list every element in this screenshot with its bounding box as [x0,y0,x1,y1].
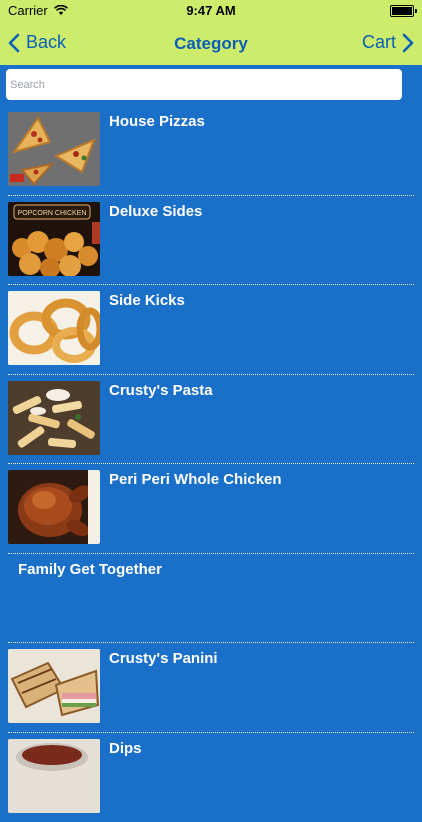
category-row-family-get-together[interactable]: Family Get Together [0,554,422,644]
cart-button[interactable]: Cart [362,32,414,53]
category-label: Side Kicks [109,292,185,309]
category-label: Dips [109,740,142,757]
house-pizzas-image [8,112,100,186]
search-input[interactable] [6,69,402,100]
top-bar: Carrier 9:47 AM Back Category Cart [0,0,422,65]
category-label: Crusty's Panini [109,650,218,667]
crustys-pasta-image [8,381,100,455]
category-row-dips[interactable]: Dips [0,733,422,822]
status-bar: Carrier 9:47 AM [0,0,422,22]
category-label: Crusty's Pasta [109,382,213,399]
side-kicks-image [8,291,100,365]
cart-label: Cart [362,32,396,53]
navigation-bar: Back Category Cart [0,22,422,65]
popcorn-chicken-text: POPCORN CHICKEN [18,210,87,217]
category-list: House Pizzas POPCORN CHICKEN Deluxe Side… [0,106,422,822]
category-row-deluxe-sides[interactable]: POPCORN CHICKEN Deluxe Sides [0,196,422,286]
crustys-panini-image [8,649,100,723]
chevron-right-icon [402,33,414,53]
category-row-house-pizzas[interactable]: House Pizzas [0,106,422,196]
category-label: Deluxe Sides [109,203,202,220]
status-time: 9:47 AM [0,3,422,18]
category-row-side-kicks[interactable]: Side Kicks [0,285,422,375]
page-title: Category [0,34,422,54]
category-label: Family Get Together [18,561,162,578]
category-label: House Pizzas [109,113,205,130]
search-bar [0,65,422,106]
category-row-crustys-pasta[interactable]: Crusty's Pasta [0,375,422,465]
category-row-peri-peri-whole-chicken[interactable]: Peri Peri Whole Chicken [0,464,422,554]
peri-peri-chicken-image [8,470,100,544]
deluxe-sides-image: POPCORN CHICKEN [8,202,100,276]
category-label: Peri Peri Whole Chicken [109,471,282,488]
category-row-crustys-panini[interactable]: Crusty's Panini [0,643,422,733]
battery-icon [390,5,414,17]
